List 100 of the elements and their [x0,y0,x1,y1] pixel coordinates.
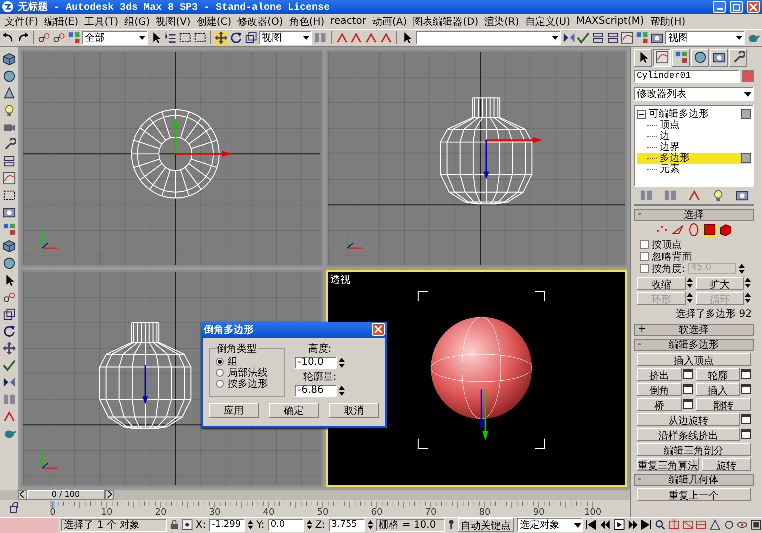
spinner-arrows-icon[interactable] [339,356,345,369]
settings-box-icon[interactable] [682,399,692,410]
maximize-viewport-icon[interactable] [751,519,762,532]
panel-button[interactable]: 插入顶点 [637,352,751,366]
stack-item[interactable]: 多边形 [637,152,751,164]
viewport[interactable] [326,50,627,267]
align-icon[interactable] [577,30,590,45]
panel-button[interactable]: 重复上一个 [637,488,751,501]
time-slider[interactable]: 0 / 100 [27,490,105,500]
panel-button[interactable]: 重复三角算法 [637,458,699,471]
radio-button[interactable] [216,369,224,378]
absolute-mode-icon[interactable] [182,519,193,532]
menu-item[interactable]: 图表编辑器(D) [410,14,482,28]
spinner-arrows-icon[interactable] [339,384,345,397]
cone-icon[interactable] [2,86,16,100]
squares-icon[interactable] [2,222,16,236]
go-to-start-icon[interactable] [586,519,598,532]
panel-button[interactable]: 倒角 [637,382,682,396]
field-of-view-icon[interactable] [710,519,721,532]
menu-item[interactable]: 文件(F) [2,14,42,28]
play-icon[interactable] [614,519,625,532]
reference-coordinate-dropdown[interactable]: 视图 [259,30,312,45]
panel-button[interactable]: 扩大 [696,276,744,290]
subobject-button[interactable] [703,222,717,237]
checkbox-label[interactable]: 按角度: [652,262,686,276]
checkbox-label[interactable]: 按顶点 [652,238,682,252]
rollout-header[interactable]: + 软选择 [634,324,754,336]
move-icon[interactable] [215,30,228,45]
scale-icon[interactable] [244,30,258,45]
link-icon[interactable] [2,290,16,304]
zoom-icon[interactable] [655,519,666,532]
current-frame-marker[interactable] [50,500,56,508]
rollout-header[interactable]: - 编辑多边形 [634,338,754,351]
panel-button[interactable]: 挤出 [637,368,682,381]
script-listener-field[interactable] [0,518,58,533]
zoom-extents-all-icon[interactable] [696,519,708,532]
move-icon[interactable] [2,342,16,355]
go-to-end-icon[interactable] [641,519,652,532]
radio-button[interactable] [216,358,224,366]
next-frame-icon[interactable] [628,519,638,532]
object-name-field[interactable]: Cylinder01 [634,70,740,83]
menu-item[interactable]: 工具(T) [82,14,122,28]
settings-box-icon[interactable] [682,384,692,394]
key-icon[interactable] [448,519,455,532]
settings-box-icon[interactable] [741,384,751,394]
scale-icon[interactable] [2,308,16,321]
sphere-icon[interactable] [2,256,16,270]
rotate-icon[interactable] [2,324,16,338]
viewport-dropdown[interactable]: 视图 [665,30,746,45]
scroll-left-button[interactable] [18,490,27,500]
settings-box-icon[interactable] [682,369,692,380]
stack-item[interactable]: 边 [637,130,751,142]
menu-item[interactable]: 角色(H) [286,14,328,28]
cube-icon[interactable] [2,52,16,66]
layers-icon[interactable] [2,154,16,168]
auto-key-button[interactable]: 自动关键点 [458,518,514,532]
close-button[interactable] [372,323,385,336]
monitor-icon[interactable] [2,206,16,219]
mirror-icon[interactable] [2,376,16,389]
menu-item[interactable]: 帮助(H) [647,14,689,28]
panel-button[interactable]: 翻转 [696,398,751,411]
menu-item[interactable]: 创建(C) [194,14,235,28]
menu-item[interactable]: MAXScript(M) [574,16,648,27]
checkbox[interactable] [640,264,649,274]
window-crossing-icon[interactable] [194,30,206,45]
maximize-button[interactable] [730,1,743,13]
rollout-header[interactable]: - 编辑几何体 [634,474,754,486]
menu-item[interactable]: 视图(V) [153,14,194,28]
panel-button[interactable]: 桥 [637,398,682,411]
coordinate-field[interactable]: 0.0 [268,518,304,532]
stack-item[interactable]: 顶点 [637,120,751,131]
menu-item[interactable]: 自定义(U) [522,14,574,28]
modifier-list-dropdown[interactable]: 修改器列表 [634,86,754,101]
viewport-label[interactable]: 透视 [330,272,350,287]
panel-button[interactable]: 插入 [696,382,740,396]
settings-box-icon[interactable] [741,369,751,380]
menu-item[interactable]: reactor [328,16,370,27]
panel-button[interactable]: 收缩 [637,276,686,290]
subobject-button[interactable] [719,222,733,237]
color-swatch[interactable] [742,70,754,82]
scroll-right-button[interactable] [105,490,114,500]
radio-button[interactable] [216,380,224,388]
spinner-arrows-icon[interactable] [307,519,312,532]
panel-tab[interactable] [653,48,671,67]
wrench-icon[interactable] [2,138,16,151]
stack-item[interactable]: 边界 [637,142,751,153]
menu-item[interactable]: 修改器(O) [234,14,286,28]
sphere-icon[interactable] [2,70,16,83]
pan-icon[interactable] [724,519,734,532]
spinner-arrows-icon[interactable] [248,519,254,532]
link-icon[interactable] [38,30,51,45]
stack-item[interactable]: 元素 [637,164,751,175]
spinner-arrows-icon[interactable] [686,277,692,290]
unlink-icon[interactable] [52,30,66,45]
dialog-button[interactable]: 应用 [209,402,259,418]
panel-button[interactable]: 从边旋转 [637,412,740,426]
dialog-button[interactable]: 确定 [269,402,319,418]
angle-icon[interactable] [2,410,16,423]
dialog-button[interactable]: 取消 [329,402,379,418]
coordinate-field[interactable]: -1.299 [209,518,246,532]
